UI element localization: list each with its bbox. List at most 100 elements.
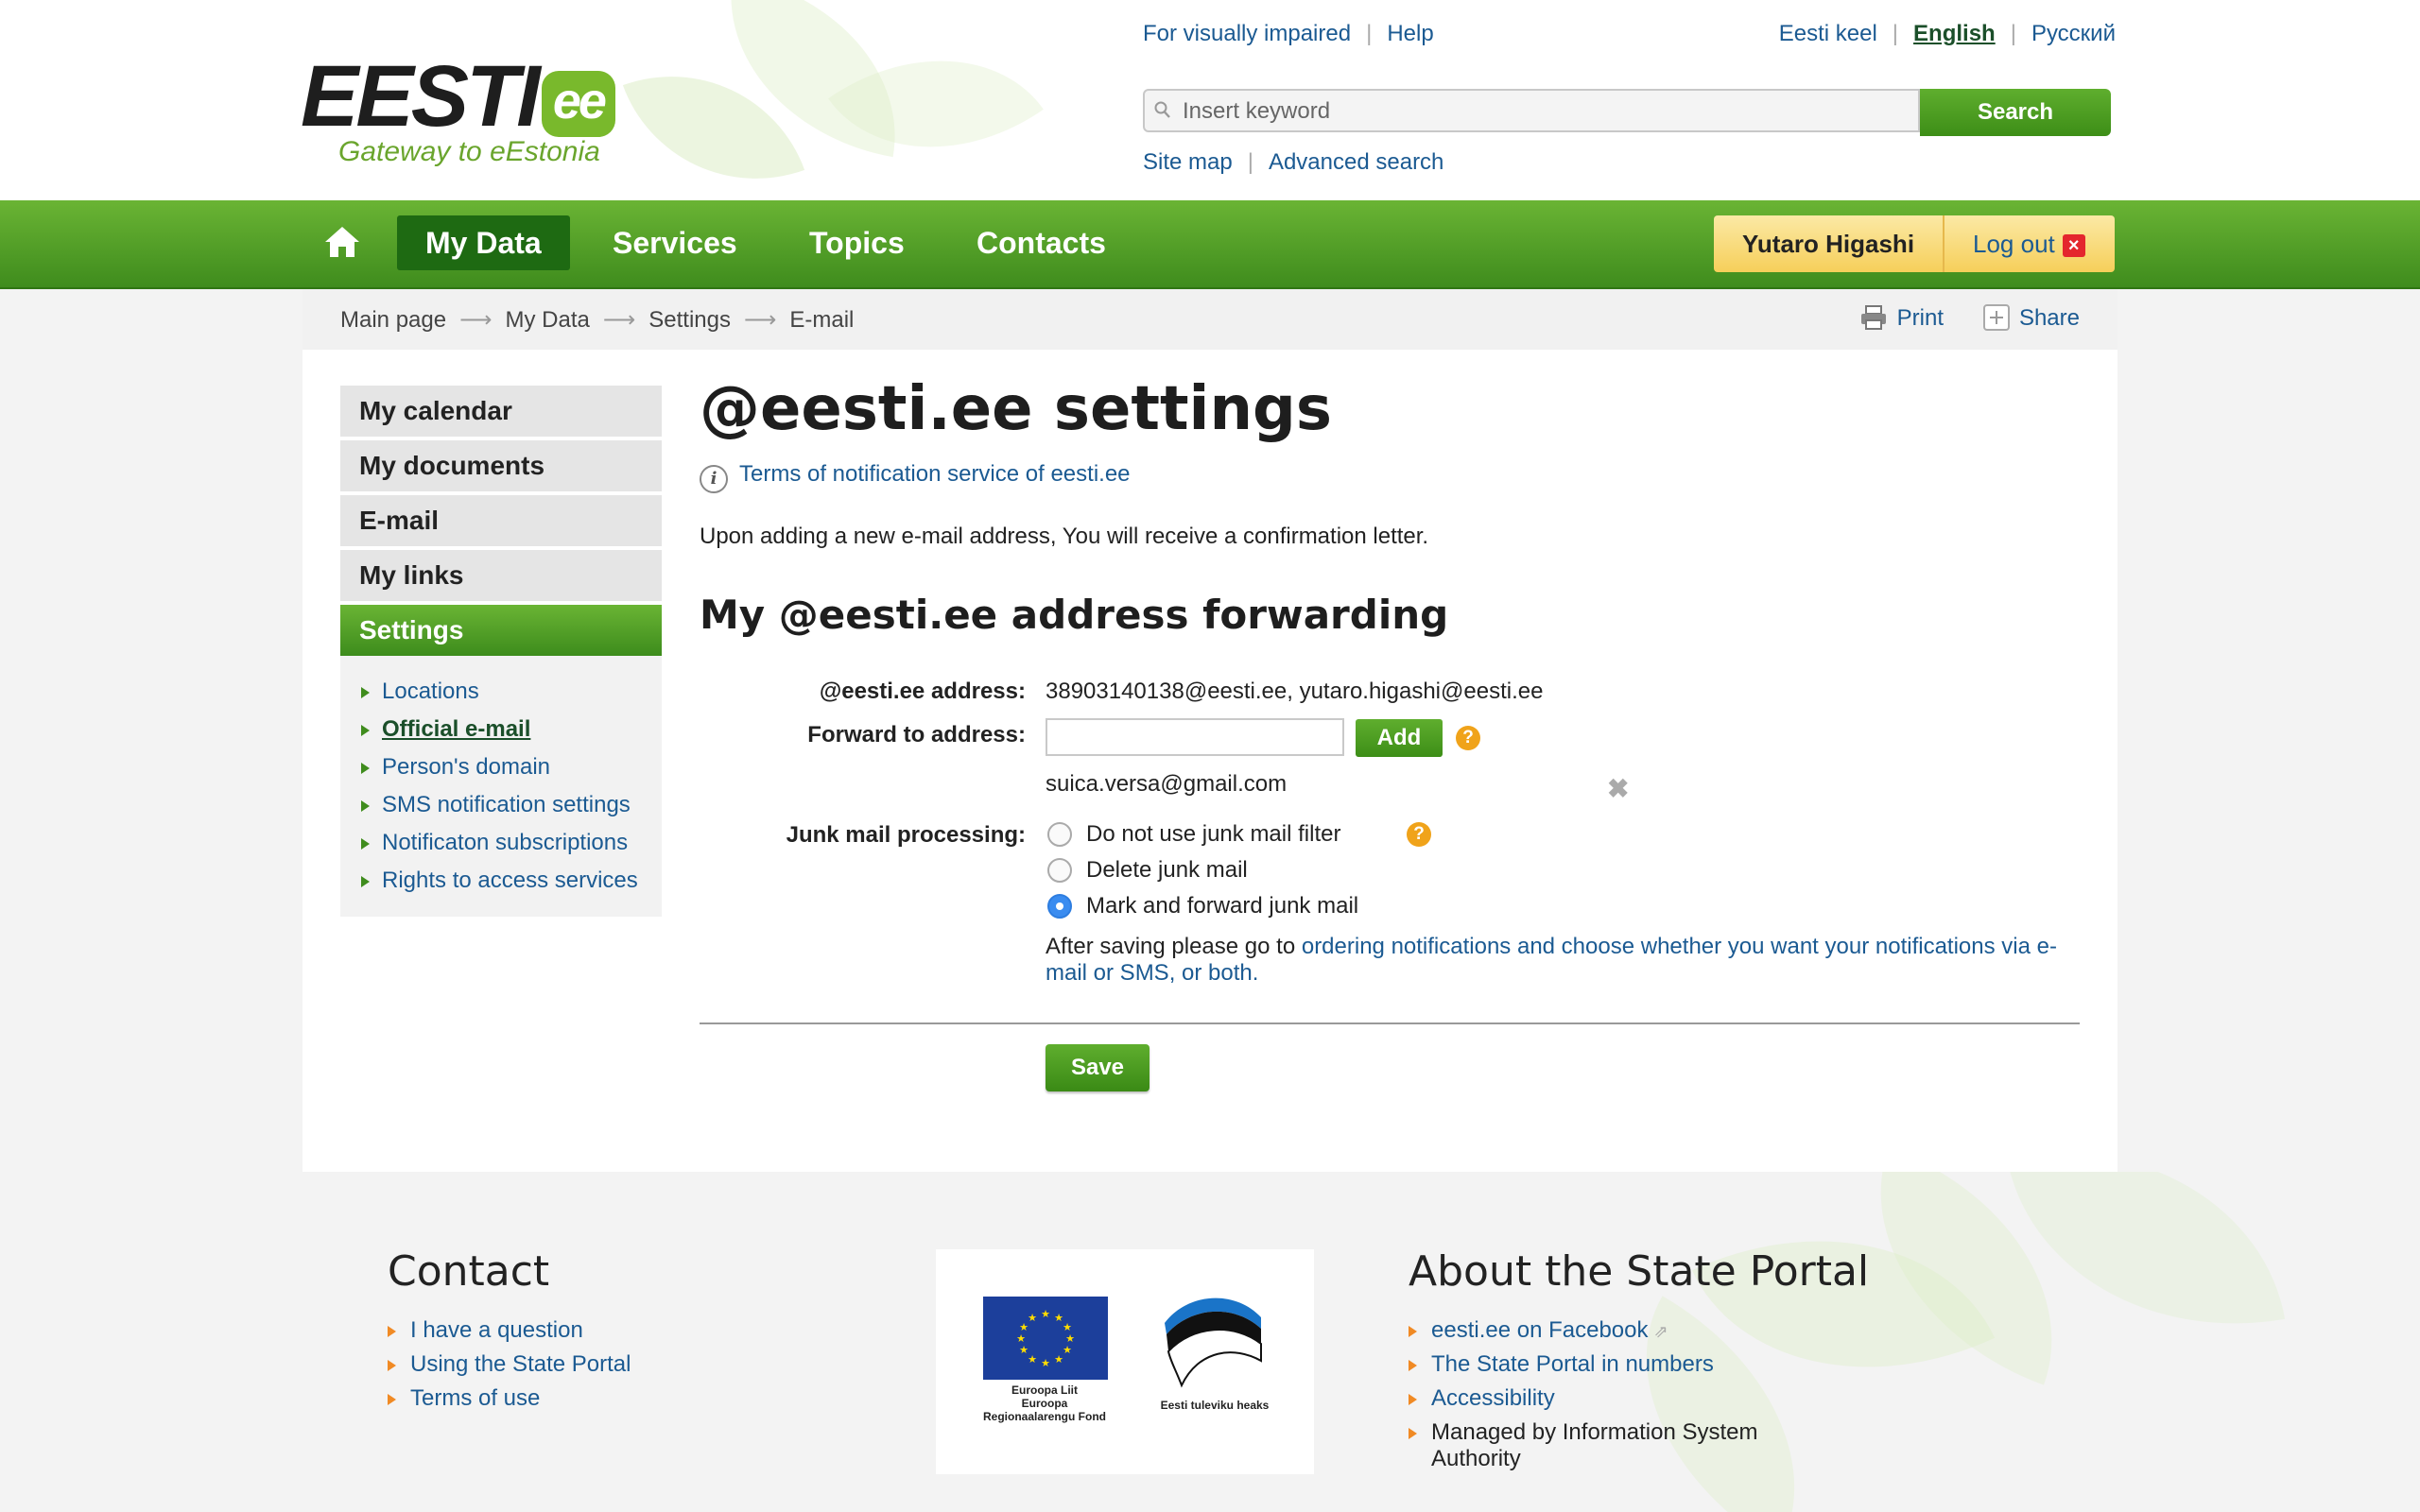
user-name[interactable]: Yutaro Higashi	[1742, 215, 1914, 272]
breadcrumb-my-data[interactable]: My Data	[505, 307, 589, 333]
radio-delete-junk[interactable]	[1047, 858, 1072, 883]
remove-icon[interactable]: ✖	[1607, 773, 1629, 804]
forwarded-email: suica.versa@gmail.com	[1046, 771, 1288, 797]
svg-text:★: ★	[1028, 1312, 1037, 1324]
external-link-icon: ⇗	[1653, 1322, 1668, 1341]
footer-link-accessibility[interactable]: Accessibility	[1409, 1385, 1555, 1412]
svg-text:★: ★	[1019, 1344, 1028, 1356]
footer-link-question[interactable]: I have a question	[388, 1317, 583, 1344]
visually-impaired-link[interactable]: For visually impaired	[1143, 21, 1351, 46]
sidebar-item-my-documents[interactable]: My documents	[340, 440, 662, 491]
radio-label-mark-forward-junk: Mark and forward junk mail	[1086, 893, 1359, 919]
radio-label-delete-junk: Delete junk mail	[1086, 857, 1248, 883]
logo-wordmark: EESTI ee	[301, 53, 615, 140]
svg-text:★: ★	[1041, 1357, 1050, 1369]
lang-estonian[interactable]: Eesti keel	[1779, 21, 1877, 46]
home-icon[interactable]	[323, 225, 361, 259]
print-button[interactable]: Print	[1859, 304, 1944, 332]
plus-icon	[1982, 304, 2010, 331]
share-button[interactable]: Share	[1982, 304, 2080, 332]
close-icon: ×	[2062, 234, 2085, 257]
add-button[interactable]: Add	[1356, 719, 1443, 757]
nav-my-data[interactable]: My Data	[397, 215, 570, 270]
nav-services[interactable]: Services	[584, 215, 766, 270]
search-input[interactable]	[1181, 96, 1912, 127]
footer-managed-by: Managed by Information System Authority	[1409, 1419, 1790, 1472]
search-button[interactable]: Search	[1920, 89, 2111, 136]
address-label: @eesti.ee address:	[819, 679, 1026, 704]
logo-tagline: Gateway to eEstonia	[338, 136, 600, 167]
language-switcher: Eesti keel | English | Русский	[1778, 21, 2116, 46]
svg-text:★: ★	[1041, 1308, 1050, 1320]
triangle-right-icon	[388, 1326, 396, 1337]
header-sub-links: Site map | Advanced search	[1143, 149, 1444, 175]
advanced-search-link[interactable]: Advanced search	[1269, 149, 1443, 175]
lang-english[interactable]: English	[1913, 21, 1996, 46]
nav-topics[interactable]: Topics	[781, 215, 933, 270]
arrow-right-icon: ⟶	[602, 307, 636, 333]
triangle-right-icon	[361, 800, 370, 812]
footer-link-terms[interactable]: Terms of use	[388, 1385, 540, 1412]
submenu-item-rights-to-access[interactable]: Rights to access services	[340, 862, 662, 900]
help-link[interactable]: Help	[1387, 21, 1433, 46]
junk-mail-label: Junk mail processing:	[786, 822, 1026, 848]
submenu-item-locations[interactable]: Locations	[340, 673, 662, 711]
help-icon[interactable]: ?	[1407, 822, 1431, 847]
section-title: My @eesti.ee address forwarding	[700, 592, 1449, 638]
svg-text:★: ★	[1054, 1353, 1063, 1366]
main-nav: My Data Services Topics Contacts Yutaro …	[0, 200, 2420, 289]
submenu-item-notification-subscriptions[interactable]: Notificaton subscriptions	[340, 824, 662, 862]
triangle-right-icon	[361, 876, 370, 887]
form-divider	[700, 1022, 2080, 1024]
submenu-item-sms-notification[interactable]: SMS notification settings	[340, 786, 662, 824]
terms-link[interactable]: Terms of notification service of eesti.e…	[739, 461, 1131, 487]
footer-link-using-portal[interactable]: Using the State Portal	[388, 1351, 631, 1378]
lang-russian[interactable]: Русский	[2031, 21, 2116, 46]
share-label: Share	[2018, 305, 2080, 331]
triangle-right-icon	[1409, 1360, 1417, 1371]
user-box-divider	[1943, 215, 1945, 272]
radio-label-no-junk-filter: Do not use junk mail filter	[1086, 821, 1341, 847]
triangle-right-icon	[1409, 1326, 1417, 1337]
search-box	[1143, 89, 1920, 132]
after-save-prefix: After saving please go to	[1046, 934, 1302, 959]
sidebar-item-settings[interactable]: Settings	[340, 605, 662, 656]
breadcrumb-bar: Main page ⟶ My Data ⟶ Settings ⟶ E-mail Print …	[302, 289, 2118, 350]
terms-link-row: i Terms of notification service of eesti.…	[700, 461, 1131, 493]
help-icon[interactable]: ?	[1456, 726, 1480, 750]
sidebar-item-email[interactable]: E-mail	[340, 495, 662, 546]
user-box: Yutaro Higashi Log out ×	[1714, 215, 2115, 272]
decorative-leaf	[828, 1, 1044, 200]
forward-label: Forward to address:	[807, 722, 1026, 747]
top-links: For visually impaired | Help	[1143, 21, 1434, 46]
triangle-right-icon	[388, 1394, 396, 1405]
forward-address-input[interactable]	[1046, 718, 1344, 756]
svg-text:★: ★	[1028, 1353, 1037, 1366]
funding-logos: ★ ★ ★ ★ ★ ★ ★ ★ ★ ★ ★ ★ Euroopa Liit Euroopa Regi…	[936, 1249, 1314, 1474]
arrow-right-icon: ⟶	[743, 307, 777, 333]
sidebar-item-my-links[interactable]: My links	[340, 550, 662, 601]
logout-button[interactable]: Log out ×	[1973, 215, 2085, 272]
nav-contacts[interactable]: Contacts	[948, 215, 1134, 270]
printer-icon	[1860, 305, 1886, 330]
breadcrumb: Main page ⟶ My Data ⟶ Settings ⟶ E-mail	[340, 306, 854, 334]
site-map-link[interactable]: Site map	[1143, 149, 1233, 175]
triangle-right-icon	[361, 763, 370, 774]
breadcrumb-settings[interactable]: Settings	[648, 307, 731, 333]
eu-fund-caption: Euroopa Liit Euroopa Regionaalarengu Fon…	[982, 1383, 1106, 1423]
footer-link-facebook[interactable]: eesti.ee on Facebook ⇗	[1409, 1317, 1668, 1345]
breadcrumb-main-page[interactable]: Main page	[340, 307, 446, 333]
site-header: EESTI ee Gateway to eEstonia For visually…	[0, 0, 2420, 200]
sidebar-item-my-calendar[interactable]: My calendar	[340, 386, 662, 437]
radio-mark-forward-junk[interactable]	[1047, 894, 1072, 919]
triangle-right-icon	[388, 1360, 396, 1371]
triangle-right-icon	[361, 725, 370, 736]
info-icon: i	[700, 465, 728, 493]
site-logo[interactable]: EESTI ee Gateway to eEstonia	[301, 53, 615, 168]
submenu-item-official-email[interactable]: Official e-mail	[340, 711, 662, 748]
radio-no-junk-filter[interactable]	[1047, 822, 1072, 847]
footer-link-portal-numbers[interactable]: The State Portal in numbers	[1409, 1351, 1714, 1378]
about-title: About the State Portal	[1409, 1247, 1870, 1296]
save-button[interactable]: Save	[1046, 1044, 1150, 1091]
submenu-item-persons-domain[interactable]: Person's domain	[340, 748, 662, 786]
